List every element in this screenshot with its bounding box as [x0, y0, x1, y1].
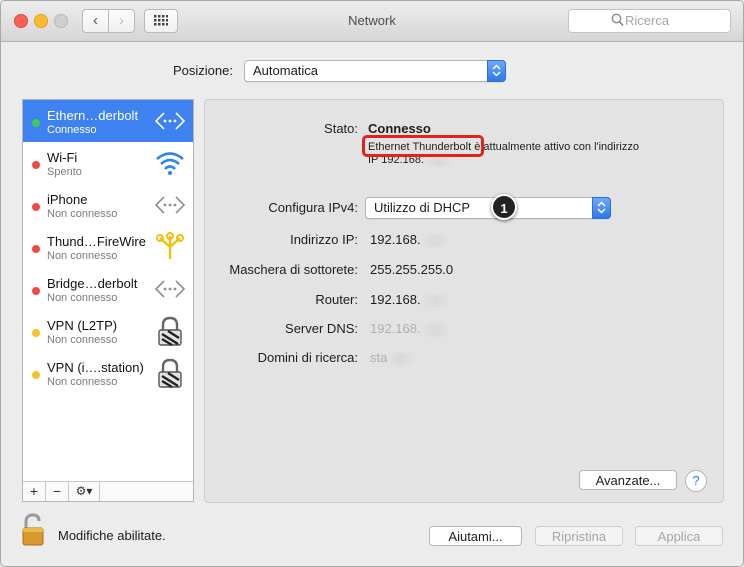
assist-me-button[interactable]: Aiutami...	[429, 526, 522, 546]
popup-arrows-icon	[487, 60, 506, 82]
popup-arrows-icon	[592, 197, 611, 219]
ip-address-label: Indirizzo IP:	[290, 232, 358, 247]
router-value: 192.168.	[370, 292, 449, 307]
status-dot	[32, 287, 40, 295]
service-name: VPN (L2TP)	[47, 318, 118, 333]
help-icon[interactable]: ?	[685, 470, 707, 492]
service-status: Non connesso	[47, 376, 118, 388]
subnet-mask-label: Maschera di sottorete:	[229, 262, 358, 277]
search-icon	[611, 13, 624, 27]
ethernet-arrows-icon	[154, 196, 186, 214]
subnet-mask-value: 255.255.255.0	[370, 262, 454, 277]
service-name: iPhone	[47, 192, 88, 207]
service-item-vpn-ipsec[interactable]: VPN (i….station) Non connesso	[23, 352, 193, 394]
unlocked-padlock-icon[interactable]	[21, 513, 47, 547]
service-item-wifi[interactable]: Wi-Fi Spento	[23, 142, 193, 184]
firewire-icon	[156, 232, 184, 259]
service-item-ethernet-thunderbolt[interactable]: Ethern…derbolt Connesso	[23, 100, 193, 142]
configure-ipv4-popup[interactable]: Utilizzo di DHCP	[365, 197, 611, 219]
ethernet-arrows-icon	[154, 112, 186, 130]
configure-ipv4-label: Configura IPv4:	[268, 200, 358, 215]
search-input[interactable]	[625, 12, 721, 28]
service-name: VPN (i….station)	[47, 360, 144, 375]
action-menu-button[interactable]: ⚙▾	[69, 482, 100, 501]
revert-button[interactable]: Ripristina	[535, 526, 623, 546]
title-bar: ‹ › Network	[1, 1, 743, 42]
status-value: Connesso	[368, 121, 431, 136]
annotation-badge: 1	[491, 194, 517, 220]
service-status: Non connesso	[47, 292, 118, 304]
apply-button[interactable]: Applica	[635, 526, 723, 546]
service-status: Non connesso	[47, 250, 118, 262]
search-domains-label: Domini di ricerca:	[257, 350, 358, 365]
service-status: Spento	[47, 166, 82, 178]
router-label: Router:	[315, 292, 358, 307]
search-domains-value: sta	[370, 350, 416, 365]
location-label: Posizione:	[173, 63, 233, 78]
service-item-iphone[interactable]: iPhone Non connesso	[23, 184, 193, 226]
wifi-icon	[156, 152, 184, 175]
annotation-highlight	[362, 135, 484, 157]
service-name: Ethern…derbolt	[47, 108, 139, 123]
status-dot	[32, 329, 40, 337]
vpn-lock-icon	[158, 316, 182, 347]
status-desc-text: è attualmente attivo con l'indirizzo	[474, 141, 639, 153]
lock-status-text: Modifiche abilitate.	[58, 528, 166, 543]
ip-address-value: 192.168.	[370, 232, 449, 247]
status-dot	[32, 119, 40, 127]
location-popup[interactable]: Automatica	[244, 60, 506, 82]
dns-server-label: Server DNS:	[285, 321, 358, 336]
service-status: Non connesso	[47, 208, 118, 220]
service-status: Non connesso	[47, 334, 118, 346]
service-name: Wi-Fi	[47, 150, 78, 165]
dns-server-value: 192.168.	[370, 321, 449, 336]
search-field[interactable]	[568, 9, 731, 33]
status-dot	[32, 203, 40, 211]
status-label: Stato:	[324, 121, 358, 136]
service-list-toolbar: + − ⚙▾	[23, 481, 193, 501]
add-service-button[interactable]: +	[23, 482, 46, 501]
configure-ipv4-value: Utilizzo di DHCP	[374, 200, 471, 215]
advanced-button[interactable]: Avanzate...	[579, 470, 677, 490]
vpn-lock-icon	[158, 358, 182, 389]
service-item-thunderbolt-firewire[interactable]: Thund…FireWire Non connesso	[23, 226, 193, 268]
service-list[interactable]: Ethern…derbolt Connesso Wi-Fi Spento iPh…	[22, 99, 194, 502]
status-dot	[32, 161, 40, 169]
network-preferences-window: ‹ › Network Posizione: Automatica	[0, 0, 744, 567]
location-value: Automatica	[253, 63, 319, 78]
status-dot	[32, 245, 40, 253]
service-item-vpn-l2tp[interactable]: VPN (L2TP) Non connesso	[23, 310, 193, 352]
status-dot	[32, 371, 40, 379]
ethernet-arrows-icon	[154, 280, 186, 298]
service-name: Thund…FireWire	[47, 234, 146, 249]
service-name: Bridge…derbolt	[47, 276, 138, 291]
service-item-bridge-thunderbolt[interactable]: Bridge…derbolt Non connesso	[23, 268, 193, 310]
service-status: Connesso	[47, 124, 97, 136]
remove-service-button[interactable]: −	[46, 482, 69, 501]
